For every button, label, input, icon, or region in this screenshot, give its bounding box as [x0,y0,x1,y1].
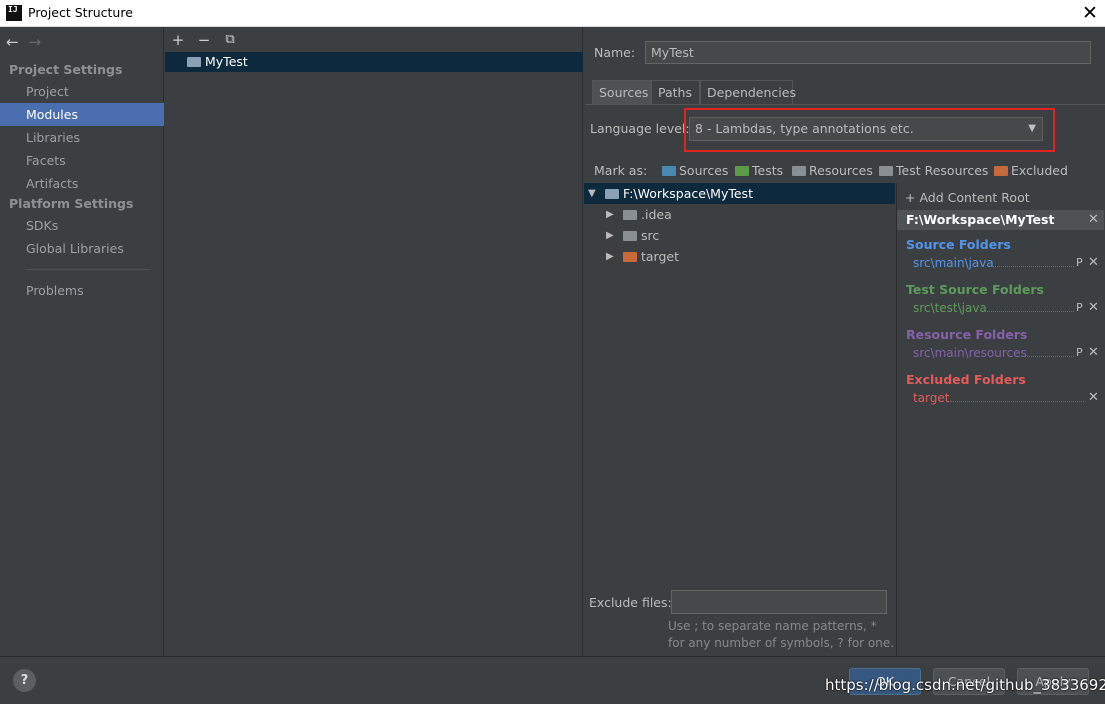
exclude-files-label: Exclude files: [589,595,672,610]
tree-row-label: target [641,249,680,264]
resource-folders-title: Resource Folders [906,327,1028,342]
tree-row-label: src [641,228,660,243]
remove-module-button[interactable]: − [196,31,212,49]
tab-sources[interactable]: Sources [592,80,651,105]
mark-excluded-label: Excluded [1011,163,1068,178]
module-item-mytest[interactable]: MyTest [165,52,583,72]
mark-sources-label: Sources [679,163,729,178]
remove-folder-icon[interactable]: ✕ [1088,300,1099,315]
sidebar-item-sdks[interactable]: SDKs [0,214,164,237]
mark-tests-label: Tests [752,163,784,178]
source-folders-title: Source Folders [906,237,1011,252]
collapse-triangle-icon[interactable]: ▼ [588,183,596,204]
add-content-root-button[interactable]: + Add Content Root [905,190,1030,205]
folder-icon [623,210,637,220]
resources-folder-icon [792,166,806,176]
tab-dependencies[interactable]: Dependencies [700,80,796,105]
package-prefix-icon[interactable]: P [1076,346,1083,359]
project-settings-heading: Project Settings [9,62,123,77]
tab-paths[interactable]: Paths [651,80,700,105]
platform-settings-heading: Platform Settings [9,196,134,211]
expand-triangle-icon[interactable]: ▶ [606,225,614,246]
mark-excluded-button[interactable]: Excluded [994,163,1068,178]
sidebar-item-modules[interactable]: Modules [0,103,164,126]
mark-test-resources-button[interactable]: Test Resources [879,163,988,178]
module-label: MyTest [205,54,248,69]
language-level-label: Language level: [590,121,690,136]
help-button[interactable]: ? [13,669,36,692]
mark-test-resources-label: Test Resources [896,163,989,178]
modules-list-panel [165,27,583,656]
remove-content-root-icon[interactable]: ✕ [1088,210,1099,230]
excluded-folder-path: target [913,391,950,405]
watermark-text: https://blog.csdn.net/github_38336924 [825,676,1105,694]
module-folder-icon [187,57,201,67]
highlight-annotation-box [684,108,1055,152]
content-root-header: F:\Workspace\MyTest ✕ [897,210,1104,230]
tree-row-target[interactable]: ▶ target [584,246,895,267]
tests-folder-icon [735,166,749,176]
remove-folder-icon[interactable]: ✕ [1088,345,1099,360]
tree-row-src[interactable]: ▶ src [584,225,895,246]
source-folder-path: src\main\java [913,256,994,270]
excluded-folders-title: Excluded Folders [906,372,1026,387]
module-name-input[interactable]: MyTest [645,41,1091,64]
name-label: Name: [594,45,636,60]
sidebar-item-artifacts[interactable]: Artifacts [0,172,164,195]
sidebar-item-facets[interactable]: Facets [0,149,164,172]
window-title: Project Structure [28,5,133,20]
close-window-button[interactable]: ✕ [1076,0,1104,26]
excluded-folder-icon [994,166,1008,176]
add-module-button[interactable]: + [170,31,186,49]
sources-folder-icon [662,166,676,176]
mark-resources-label: Resources [809,163,873,178]
exclude-files-input[interactable] [671,590,887,614]
resource-folder-path: src\main\resources [913,346,1027,360]
intellij-app-icon: IJ [6,5,22,21]
forward-arrow-icon[interactable]: → [29,33,42,51]
remove-folder-icon[interactable]: ✕ [1088,390,1099,405]
back-arrow-icon[interactable]: ← [6,33,19,51]
exclude-hint-line1: Use ; to separate name patterns, * [668,619,877,633]
test-source-folders-title: Test Source Folders [906,282,1044,297]
tree-row-label: .idea [641,207,672,222]
sidebar-divider [26,269,150,270]
mark-resources-button[interactable]: Resources [792,163,873,178]
mark-sources-button[interactable]: Sources [662,163,728,178]
tree-root-label: F:\Workspace\MyTest [623,186,753,201]
tree-root-row[interactable]: ▼ F:\Workspace\MyTest [584,183,895,204]
dotted-leader [1025,356,1074,357]
history-nav: ← → [6,33,41,51]
sidebar-item-libraries[interactable]: Libraries [0,126,164,149]
package-prefix-icon[interactable]: P [1076,256,1083,269]
test-resources-folder-icon [879,166,893,176]
test-source-folder-path: src\test\java [913,301,987,315]
sidebar-item-problems[interactable]: Problems [0,279,164,302]
sidebar-item-project[interactable]: Project [0,80,164,103]
tab-underline [586,104,1105,105]
dotted-leader [985,311,1074,312]
dotted-leader [950,401,1084,402]
excluded-folder-icon [623,252,637,262]
title-bar [0,0,1105,27]
package-prefix-icon[interactable]: P [1076,301,1083,314]
exclude-hint-line2: for any number of symbols, ? for one. [668,636,895,650]
folder-icon [605,189,619,199]
expand-triangle-icon[interactable]: ▶ [606,246,614,267]
mark-tests-button[interactable]: Tests [735,163,783,178]
folder-icon [623,231,637,241]
tree-row-idea[interactable]: ▶ .idea [584,204,895,225]
mark-as-label: Mark as: [594,163,648,178]
remove-folder-icon[interactable]: ✕ [1088,255,1099,270]
copy-module-button[interactable]: ⧉ [222,32,238,47]
dotted-leader [990,266,1074,267]
sidebar-item-global-libraries[interactable]: Global Libraries [0,237,164,260]
expand-triangle-icon[interactable]: ▶ [606,204,614,225]
content-roots-panel [896,183,1105,656]
content-root-path: F:\Workspace\MyTest [906,212,1055,227]
